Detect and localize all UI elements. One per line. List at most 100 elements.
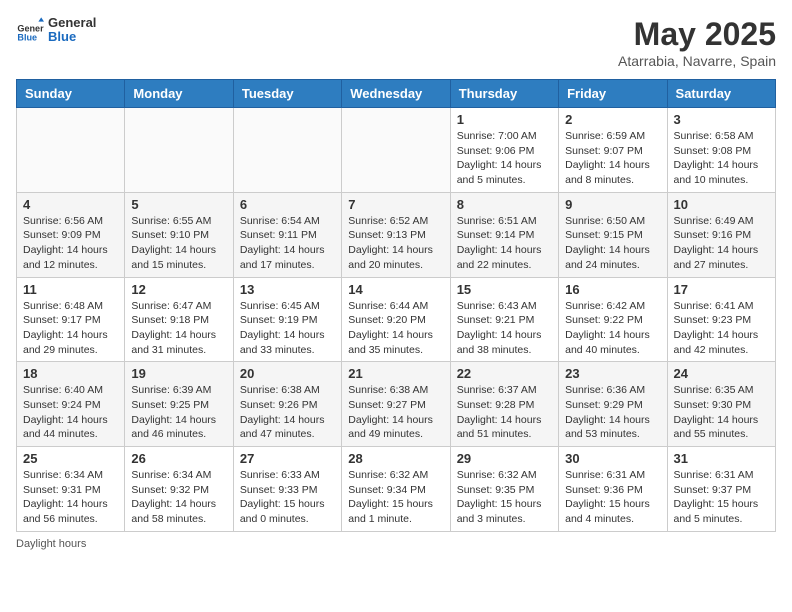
calendar-cell: 1 Sunrise: 7:00 AM Sunset: 9:06 PM Daylig…	[450, 108, 558, 193]
day-number: 8	[457, 197, 552, 212]
calendar-cell: 23 Sunrise: 6:36 AM Sunset: 9:29 PM Dayli…	[559, 362, 667, 447]
calendar-cell: 2Sunrise: 6:59 AM Sunset: 9:07 PM Daylig…	[559, 108, 667, 193]
calendar-cell	[125, 108, 233, 193]
calendar-body: 1 Sunrise: 7:00 AM Sunset: 9:06 PM Daylig…	[17, 108, 776, 532]
day-info: Sunrise: 6:31 AM Sunset: 9:37 PM Dayligh…	[674, 468, 769, 527]
day-info: Sunrise: 6:33 AM Sunset: 9:33 PM Dayligh…	[240, 468, 335, 527]
day-number: 14	[348, 282, 443, 297]
day-info: Sunrise: 6:39 AM Sunset: 9:25 PM Dayligh…	[131, 383, 226, 442]
day-info: Sunrise: 6:50 AM Sunset: 9:15 PM Dayligh…	[565, 214, 660, 273]
day-of-week-header: Thursday	[450, 80, 558, 108]
day-info: Sunrise: 6:40 AM Sunset: 9:24 PM Dayligh…	[23, 383, 118, 442]
location: Atarrabia, Navarre, Spain	[618, 53, 776, 69]
calendar-cell: 30Sunrise: 6:31 AM Sunset: 9:36 PM Dayli…	[559, 447, 667, 532]
day-info: Sunrise: 6:59 AM Sunset: 9:07 PM Dayligh…	[565, 129, 660, 188]
calendar-cell: 3 Sunrise: 6:58 AM Sunset: 9:08 PM Daylig…	[667, 108, 775, 193]
calendar-cell: 18 Sunrise: 6:40 AM Sunset: 9:24 PM Dayli…	[17, 362, 125, 447]
day-info: Sunrise: 6:34 AM Sunset: 9:32 PM Dayligh…	[131, 468, 226, 527]
month-title: May 2025	[618, 16, 776, 53]
day-number: 24	[674, 366, 769, 381]
day-number: 3	[674, 112, 769, 127]
calendar-week-row: 11Sunrise: 6:48 AM Sunset: 9:17 PM Dayli…	[17, 277, 776, 362]
day-number: 6	[240, 197, 335, 212]
day-number: 17	[674, 282, 769, 297]
day-number: 27	[240, 451, 335, 466]
day-number: 26	[131, 451, 226, 466]
day-number: 7	[348, 197, 443, 212]
day-number: 31	[674, 451, 769, 466]
day-info: Sunrise: 6:43 AM Sunset: 9:21 PM Dayligh…	[457, 299, 552, 358]
day-number: 19	[131, 366, 226, 381]
calendar-week-row: 25Sunrise: 6:34 AM Sunset: 9:31 PM Dayli…	[17, 447, 776, 532]
calendar-cell: 4Sunrise: 6:56 AM Sunset: 9:09 PM Daylig…	[17, 192, 125, 277]
day-info: Sunrise: 6:45 AM Sunset: 9:19 PM Dayligh…	[240, 299, 335, 358]
day-info: Sunrise: 6:31 AM Sunset: 9:36 PM Dayligh…	[565, 468, 660, 527]
day-of-week-header: Sunday	[17, 80, 125, 108]
day-info: Sunrise: 6:42 AM Sunset: 9:22 PM Dayligh…	[565, 299, 660, 358]
calendar-cell: 19 Sunrise: 6:39 AM Sunset: 9:25 PM Dayli…	[125, 362, 233, 447]
calendar-cell: 14 Sunrise: 6:44 AM Sunset: 9:20 PM Dayli…	[342, 277, 450, 362]
day-number: 13	[240, 282, 335, 297]
title-area: May 2025 Atarrabia, Navarre, Spain	[618, 16, 776, 69]
calendar-week-row: 4Sunrise: 6:56 AM Sunset: 9:09 PM Daylig…	[17, 192, 776, 277]
day-info: Sunrise: 6:56 AM Sunset: 9:09 PM Dayligh…	[23, 214, 118, 273]
calendar-cell: 15Sunrise: 6:43 AM Sunset: 9:21 PM Dayli…	[450, 277, 558, 362]
svg-text:Blue: Blue	[17, 33, 37, 43]
day-number: 23	[565, 366, 660, 381]
day-info: Sunrise: 6:38 AM Sunset: 9:27 PM Dayligh…	[348, 383, 443, 442]
day-info: Sunrise: 6:49 AM Sunset: 9:16 PM Dayligh…	[674, 214, 769, 273]
day-number: 21	[348, 366, 443, 381]
day-info: Sunrise: 6:51 AM Sunset: 9:14 PM Dayligh…	[457, 214, 552, 273]
day-info: Sunrise: 6:58 AM Sunset: 9:08 PM Dayligh…	[674, 129, 769, 188]
day-number: 28	[348, 451, 443, 466]
logo-icon: General Blue	[16, 16, 44, 44]
calendar-week-row: 18 Sunrise: 6:40 AM Sunset: 9:24 PM Dayli…	[17, 362, 776, 447]
day-of-week-header: Wednesday	[342, 80, 450, 108]
day-number: 18	[23, 366, 118, 381]
day-info: Sunrise: 6:35 AM Sunset: 9:30 PM Dayligh…	[674, 383, 769, 442]
calendar-cell: 24 Sunrise: 6:35 AM Sunset: 9:30 PM Dayli…	[667, 362, 775, 447]
day-number: 25	[23, 451, 118, 466]
calendar-cell: 31 Sunrise: 6:31 AM Sunset: 9:37 PM Dayli…	[667, 447, 775, 532]
day-number: 1	[457, 112, 552, 127]
calendar-cell: 17 Sunrise: 6:41 AM Sunset: 9:23 PM Dayli…	[667, 277, 775, 362]
day-info: Sunrise: 6:44 AM Sunset: 9:20 PM Dayligh…	[348, 299, 443, 358]
day-info: Sunrise: 6:41 AM Sunset: 9:23 PM Dayligh…	[674, 299, 769, 358]
calendar-cell: 9 Sunrise: 6:50 AM Sunset: 9:15 PM Daylig…	[559, 192, 667, 277]
day-info: Sunrise: 7:00 AM Sunset: 9:06 PM Dayligh…	[457, 129, 552, 188]
calendar-cell: 21 Sunrise: 6:38 AM Sunset: 9:27 PM Dayli…	[342, 362, 450, 447]
day-info: Sunrise: 6:54 AM Sunset: 9:11 PM Dayligh…	[240, 214, 335, 273]
calendar-cell: 8 Sunrise: 6:51 AM Sunset: 9:14 PM Daylig…	[450, 192, 558, 277]
day-info: Sunrise: 6:52 AM Sunset: 9:13 PM Dayligh…	[348, 214, 443, 273]
calendar-cell: 10 Sunrise: 6:49 AM Sunset: 9:16 PM Dayli…	[667, 192, 775, 277]
day-info: Sunrise: 6:47 AM Sunset: 9:18 PM Dayligh…	[131, 299, 226, 358]
calendar-cell	[233, 108, 341, 193]
logo-blue: Blue	[48, 30, 96, 44]
calendar-week-row: 1 Sunrise: 7:00 AM Sunset: 9:06 PM Daylig…	[17, 108, 776, 193]
calendar-cell	[342, 108, 450, 193]
day-number: 29	[457, 451, 552, 466]
day-number: 9	[565, 197, 660, 212]
calendar-cell: 25Sunrise: 6:34 AM Sunset: 9:31 PM Dayli…	[17, 447, 125, 532]
calendar: SundayMondayTuesdayWednesdayThursdayFrid…	[16, 79, 776, 532]
calendar-cell: 22Sunrise: 6:37 AM Sunset: 9:28 PM Dayli…	[450, 362, 558, 447]
calendar-cell: 12Sunrise: 6:47 AM Sunset: 9:18 PM Dayli…	[125, 277, 233, 362]
day-info: Sunrise: 6:38 AM Sunset: 9:26 PM Dayligh…	[240, 383, 335, 442]
day-info: Sunrise: 6:32 AM Sunset: 9:35 PM Dayligh…	[457, 468, 552, 527]
logo-general: General	[48, 16, 96, 30]
day-info: Sunrise: 6:37 AM Sunset: 9:28 PM Dayligh…	[457, 383, 552, 442]
calendar-cell	[17, 108, 125, 193]
day-info: Sunrise: 6:55 AM Sunset: 9:10 PM Dayligh…	[131, 214, 226, 273]
day-info: Sunrise: 6:48 AM Sunset: 9:17 PM Dayligh…	[23, 299, 118, 358]
day-info: Sunrise: 6:36 AM Sunset: 9:29 PM Dayligh…	[565, 383, 660, 442]
day-number: 16	[565, 282, 660, 297]
day-info: Sunrise: 6:32 AM Sunset: 9:34 PM Dayligh…	[348, 468, 443, 527]
day-number: 10	[674, 197, 769, 212]
calendar-cell: 6 Sunrise: 6:54 AM Sunset: 9:11 PM Daylig…	[233, 192, 341, 277]
day-number: 20	[240, 366, 335, 381]
calendar-cell: 5 Sunrise: 6:55 AM Sunset: 9:10 PM Daylig…	[125, 192, 233, 277]
day-number: 5	[131, 197, 226, 212]
day-of-week-header: Friday	[559, 80, 667, 108]
logo: General Blue General Blue	[16, 16, 96, 45]
calendar-cell: 20 Sunrise: 6:38 AM Sunset: 9:26 PM Dayli…	[233, 362, 341, 447]
